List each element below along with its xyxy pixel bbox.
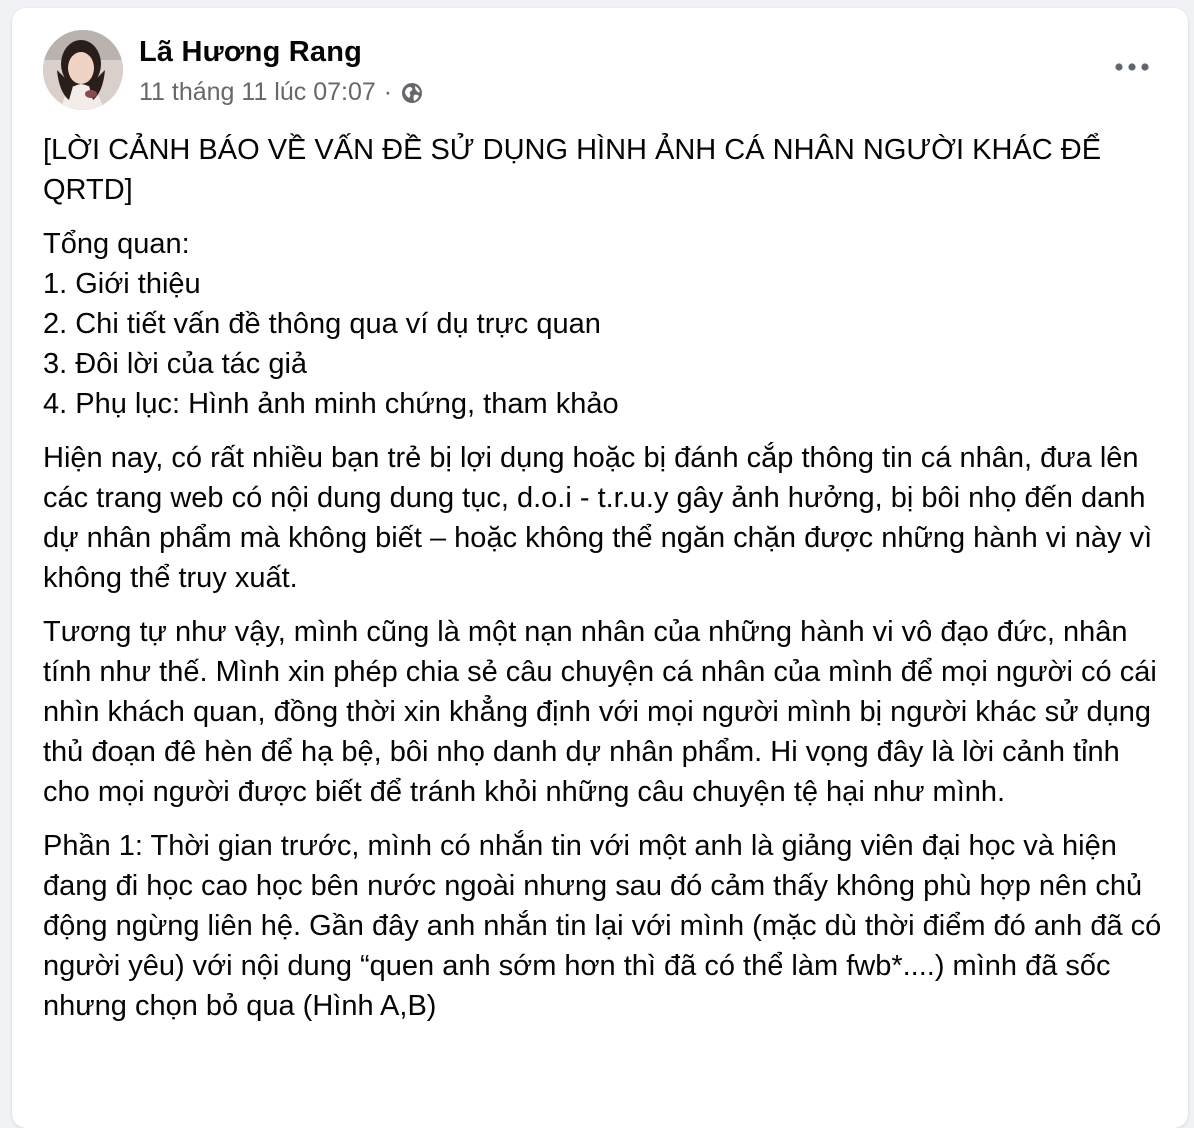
avatar-image (43, 30, 123, 110)
author-name[interactable]: Lã Hương Rang (139, 36, 362, 69)
globe-icon[interactable] (400, 81, 424, 105)
post-paragraph: Tương tự như vậy, mình cũng là một nạn n… (43, 616, 1157, 808)
post-paragraph: Hiện nay, có rất nhiều bạn trẻ bị lợi dụ… (43, 442, 1153, 594)
author-avatar[interactable] (43, 30, 123, 110)
post-timestamp[interactable]: 11 tháng 11 lúc 07:07 (139, 78, 376, 107)
more-horizontal-icon (1115, 63, 1149, 71)
post-meta: 11 tháng 11 lúc 07:07 · (139, 78, 424, 107)
post-overview: Tổng quan: 1. Giới thiệu 2. Chi tiết vấn… (43, 228, 619, 420)
post-title: [LỜI CẢNH BÁO VỀ VẤN ĐỀ SỬ DỤNG HÌNH ẢNH… (43, 134, 1102, 206)
post-content: [LỜI CẢNH BÁO VỀ VẤN ĐỀ SỬ DỤNG HÌNH ẢNH… (43, 130, 1169, 1040)
more-options-button[interactable] (1112, 54, 1152, 80)
meta-separator: · (383, 78, 393, 106)
post-paragraph: Phần 1: Thời gian trước, mình có nhắn ti… (43, 830, 1162, 1022)
post-card: Lã Hương Rang 11 tháng 11 lúc 07:07 · [L… (12, 8, 1188, 1128)
